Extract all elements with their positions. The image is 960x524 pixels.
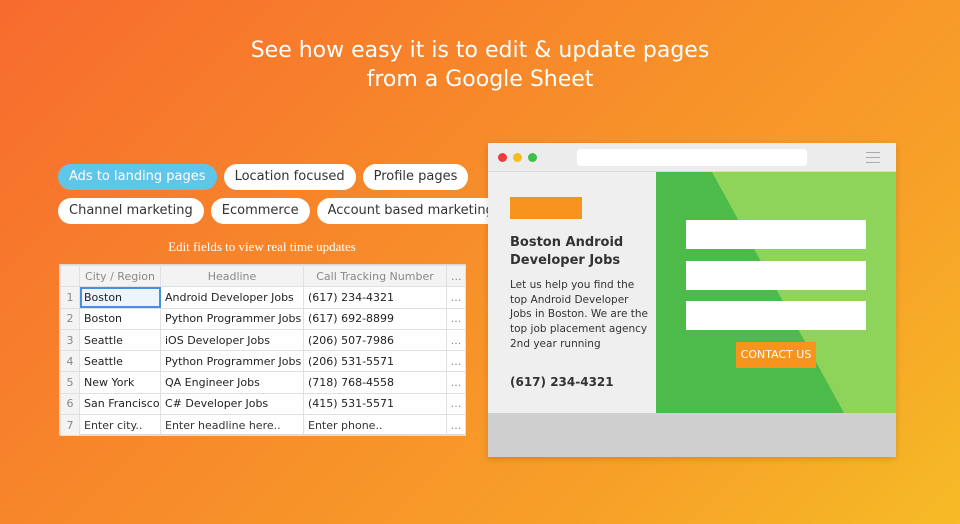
- city-cell[interactable]: Seattle: [79, 350, 161, 373]
- phone-cell[interactable]: (415) 531-5571: [303, 392, 447, 416]
- form-panel-background: [656, 172, 896, 413]
- city-cell[interactable]: Boston: [79, 307, 161, 330]
- headline-cell[interactable]: Android Developer Jobs: [160, 286, 304, 309]
- chip-row-1: Ads to landing pages Location focused Pr…: [58, 164, 469, 190]
- phone-cell[interactable]: (718) 768-4558: [303, 371, 447, 394]
- header-row: City / Region Headline Call Tracking Num…: [60, 264, 466, 288]
- table-row: 2 Boston Python Programmer Jobs (617) 69…: [60, 307, 466, 330]
- table-row: 1 Boston Android Developer Jobs (617) 23…: [60, 286, 466, 309]
- phone-cell[interactable]: (617) 234-4321: [303, 286, 447, 309]
- column-header-more: ...: [446, 264, 466, 288]
- more-cell: ...: [446, 307, 466, 330]
- minimize-dot-icon[interactable]: [513, 153, 522, 162]
- city-cell[interactable]: Boston: [79, 286, 161, 309]
- table-row: 6 San Francisco C# Developer Jobs (415) …: [60, 392, 466, 416]
- phone-cell[interactable]: Enter phone..: [303, 414, 447, 437]
- headline-line-1: See how easy it is to edit & update page…: [250, 38, 710, 63]
- phone-cell[interactable]: (206) 507-7986: [303, 328, 447, 352]
- headline-cell[interactable]: C# Developer Jobs: [160, 392, 304, 416]
- browser-preview: Boston Android Developer Jobs Let us hel…: [488, 143, 896, 457]
- contact-us-button[interactable]: CONTACT US: [736, 342, 816, 368]
- chip-profile-pages[interactable]: Profile pages: [362, 164, 469, 190]
- logo-placeholder: [510, 197, 582, 219]
- more-cell: ...: [446, 350, 466, 373]
- chip-channel-marketing[interactable]: Channel marketing: [58, 198, 204, 224]
- table-row: 3 Seattle iOS Developer Jobs (206) 507-7…: [60, 328, 466, 352]
- headline-cell[interactable]: iOS Developer Jobs: [160, 328, 304, 352]
- hamburger-menu-icon[interactable]: [866, 152, 880, 167]
- headline-line-2: from a Google Sheet: [366, 67, 594, 92]
- column-header-city: City / Region: [79, 264, 161, 288]
- headline-cell[interactable]: Python Programmer Jobs: [160, 307, 304, 330]
- category-chips: Ads to landing pages Location focused Pr…: [58, 164, 505, 232]
- more-cell: ...: [446, 286, 466, 309]
- chip-account-based-marketing[interactable]: Account based marketing: [316, 198, 505, 224]
- sheet-caption: Edit fields to view real time updates: [168, 239, 356, 254]
- landing-page-body: Let us help you find the top Android Dev…: [510, 279, 648, 350]
- form-field-1[interactable]: [686, 220, 866, 249]
- landing-page-content: Boston Android Developer Jobs Let us hel…: [488, 172, 656, 413]
- headline-cell[interactable]: QA Engineer Jobs: [160, 371, 304, 394]
- column-header-headline: Headline: [160, 264, 304, 288]
- row-number: 2: [60, 307, 80, 330]
- corner-cell: [60, 264, 80, 288]
- row-number: 3: [60, 328, 80, 352]
- close-dot-icon[interactable]: [498, 153, 507, 162]
- city-cell[interactable]: Seattle: [79, 328, 161, 352]
- form-field-3[interactable]: [686, 301, 866, 330]
- table-row: 7 Enter city.. Enter headline here.. Ent…: [60, 414, 466, 437]
- column-header-phone: Call Tracking Number: [303, 264, 447, 288]
- landing-page-form-panel: CONTACT US: [656, 172, 896, 413]
- chip-ads-to-landing-pages[interactable]: Ads to landing pages: [58, 164, 217, 190]
- row-number: 4: [60, 350, 80, 373]
- more-cell: ...: [446, 392, 466, 416]
- row-number: 1: [60, 286, 80, 309]
- more-cell: ...: [446, 328, 466, 352]
- landing-page-title: Boston Android Developer Jobs: [510, 235, 624, 268]
- more-cell: ...: [446, 414, 466, 437]
- more-cell: ...: [446, 371, 466, 394]
- headline-cell[interactable]: Python Programmer Jobs: [160, 350, 304, 373]
- maximize-dot-icon[interactable]: [528, 153, 537, 162]
- city-cell[interactable]: San Francisco: [79, 392, 161, 416]
- city-cell[interactable]: Enter city..: [79, 414, 161, 437]
- landing-page-phone: (617) 234-4321: [510, 375, 614, 389]
- table-row: 5 New York QA Engineer Jobs (718) 768-45…: [60, 371, 466, 394]
- headline-cell[interactable]: Enter headline here..: [160, 414, 304, 437]
- browser-toolbar: [488, 143, 896, 172]
- row-number: 7: [60, 414, 80, 437]
- spreadsheet: City / Region Headline Call Tracking Num…: [59, 264, 466, 437]
- form-field-2[interactable]: [686, 261, 866, 290]
- phone-cell[interactable]: (206) 531-5571: [303, 350, 447, 373]
- row-number: 5: [60, 371, 80, 394]
- phone-cell[interactable]: (617) 692-8899: [303, 307, 447, 330]
- chip-location-focused[interactable]: Location focused: [223, 164, 356, 190]
- chip-row-2: Channel marketing Ecommerce Account base…: [58, 198, 505, 224]
- page-headline: See how easy it is to edit & update page…: [0, 36, 960, 94]
- url-bar[interactable]: [577, 149, 807, 166]
- table-row: 4 Seattle Python Programmer Jobs (206) 5…: [60, 350, 466, 373]
- chip-ecommerce[interactable]: Ecommerce: [210, 198, 310, 224]
- city-cell[interactable]: New York: [79, 371, 161, 394]
- row-number: 6: [60, 392, 80, 416]
